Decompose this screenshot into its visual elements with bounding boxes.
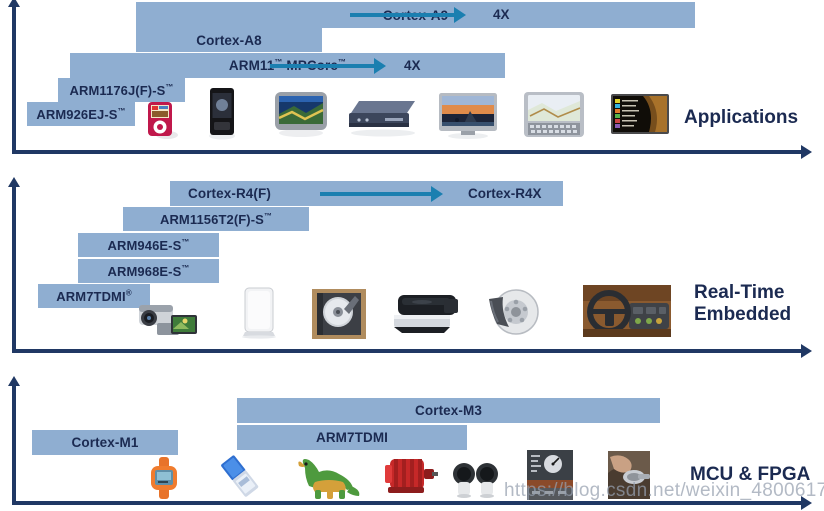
product-security-cameras [450,460,502,500]
product-industrial-gauge [527,450,573,500]
bar-label-cortex-m3: Cortex-M3 [415,403,482,418]
bar-label-cortex-a8: Cortex-A8 [196,32,262,48]
category-label-line: Applications [684,107,799,128]
trend-arrow-arm11-mpcore [270,58,386,74]
embedded-horizontal-axis [12,344,812,358]
category-label-applications: Applications [684,107,798,129]
product-mobile-internet-device [522,90,586,140]
arm-processor-portfolio-diagram: Cortex-A9 4X Cortex-A8 ARM11™ MPCore™ 4X… [0,0,824,511]
product-handheld-tool [608,451,650,499]
bar-cortex-a8[interactable]: Cortex-A8 [136,28,322,52]
bar-arm1156t2fs[interactable]: ARM1156T2(F)-S™ [123,207,309,231]
bar-label-arm968es: ARM968E-S™ [107,263,190,279]
trend-arrow-cortex-r4f [320,186,443,202]
product-networking-router [237,286,281,339]
product-brake-disc [487,287,539,337]
product-digital-watch [148,456,180,500]
bar-label-arm7tdmi-mcu: ARM7TDMI [315,430,389,445]
bar-cortex-m3[interactable]: Cortex-M3 [237,398,660,423]
category-label-real-time-embedded: Real-Time Embedded [694,282,791,326]
product-lcd-tv [437,91,499,139]
product-printer [392,289,464,335]
trend-arrow-cortex-a9 [350,7,466,23]
product-automotive-dashboard [583,285,671,337]
product-electric-motor [382,453,438,497]
product-gps-navigator [272,88,330,138]
bar-label-arm946es: ARM946E-S™ [107,237,190,253]
product-toy-dinosaur [295,452,363,500]
bar-arm968es[interactable]: ARM968E-S™ [78,259,219,283]
bar-cortex-m1[interactable]: Cortex-M1 [32,430,178,455]
embedded-vertical-axis [8,177,20,351]
bar-label-cortex-m1: Cortex-M1 [71,435,139,450]
product-camcorder [133,297,201,339]
product-usb-flash-drive [218,453,264,501]
bar-arm7tdmi-mcu[interactable]: ARM7TDMI [237,425,467,450]
bar-label-arm1176jfs: ARM1176J(F)-S™ [69,82,174,98]
mcu-vertical-axis [8,376,20,503]
bar-label-cortex-r4f: Cortex-R4(F) [188,186,271,201]
multiplier-arm11-mpcore: 4X [404,58,421,73]
bar-label-arm7tdmi-embedded: ARM7TDMI® [56,288,132,304]
bar-label-arm926ejs: ARM926EJ-S™ [36,106,126,122]
applications-vertical-axis [8,0,20,152]
bar-arm926ejs[interactable]: ARM926EJ-S™ [27,102,135,126]
category-label-mcu-fpga: MCU & FPGA [690,464,810,486]
bar-label-arm1156t2fs: ARM1156T2(F)-S™ [159,211,273,227]
product-mobile-phone [202,86,242,140]
product-music-player [140,98,182,140]
product-tablet-media-player [609,92,671,136]
product-hard-disk-drive [311,288,367,340]
mcu-horizontal-axis [12,496,812,510]
multiplier-cortex-r4x: Cortex-R4X [468,186,542,201]
category-label-line-1: Real-Time [694,282,785,303]
applications-horizontal-axis [12,145,812,159]
category-label-line: MCU & FPGA [690,464,811,485]
product-set-top-box [345,93,421,137]
multiplier-cortex-a9: 4X [493,7,510,22]
bar-arm946es[interactable]: ARM946E-S™ [78,233,219,257]
category-label-line-2: Embedded [694,303,792,325]
